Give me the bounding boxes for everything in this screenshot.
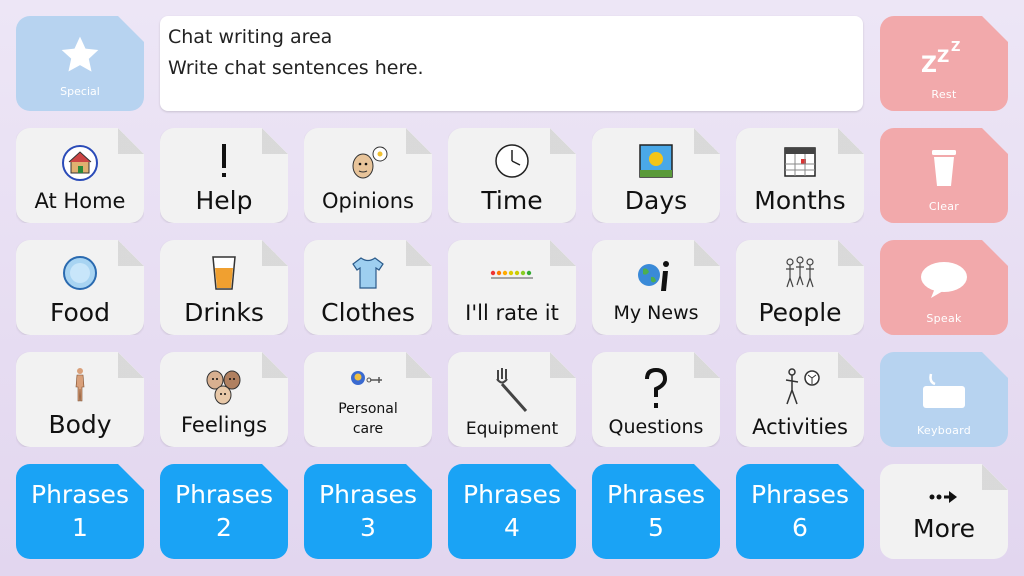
calendar-icon (782, 140, 818, 182)
tile-label: Feelings (180, 413, 268, 438)
more-button[interactable]: More (880, 464, 1008, 559)
phrases-label: Phrases 4 (463, 480, 561, 542)
thinking-face-icon (347, 142, 389, 184)
phrases-label: Phrases 1 (31, 480, 129, 542)
personal-care-icon (350, 364, 386, 394)
clock-icon (493, 140, 531, 182)
clear-button[interactable]: Clear (880, 128, 1008, 223)
tile-label: Opinions (322, 189, 414, 214)
glass-icon (210, 252, 238, 294)
tile-clothes[interactable]: Clothes (304, 240, 432, 335)
plate-icon (61, 252, 99, 294)
special-label: Special (60, 84, 100, 98)
tile-my-news[interactable]: My News (592, 240, 720, 335)
star-icon (58, 34, 102, 76)
house-icon (61, 142, 99, 184)
clear-label: Clear (928, 199, 960, 213)
rest-label: Rest (931, 87, 957, 101)
tile-opinions[interactable]: Opinions (304, 128, 432, 223)
svg-text:Z: Z (937, 47, 949, 67)
people-icon (780, 252, 820, 294)
svg-text:Z: Z (951, 40, 960, 55)
tile-label: Activities (752, 415, 848, 440)
speak-button[interactable]: Speak (880, 240, 1008, 335)
activities-icon (778, 364, 822, 410)
phrases-5-button[interactable]: Phrases 5 (592, 464, 720, 559)
tile-label: Body (48, 410, 112, 440)
tile-equipment[interactable]: Equipment (448, 352, 576, 447)
fork-icon (492, 365, 532, 415)
tile-ill-rate-it[interactable]: I'll rate it (448, 240, 576, 335)
tile-label: Food (50, 298, 110, 328)
tile-label: Questions (608, 415, 704, 438)
chat-writing-area[interactable]: Chat writing area Write chat sentences h… (160, 16, 863, 111)
tile-label: My News (613, 301, 699, 324)
tile-label: I'll rate it (465, 301, 559, 326)
keyboard-icon (917, 367, 971, 417)
tile-feelings[interactable]: Feelings (160, 352, 288, 447)
phrases-1-button[interactable]: Phrases 1 (16, 464, 144, 559)
tile-food[interactable]: Food (16, 240, 144, 335)
rating-scale-icon (489, 254, 535, 296)
tile-questions[interactable]: Questions (592, 352, 720, 447)
speak-label: Speak (926, 311, 962, 325)
tile-label: Equipment (465, 418, 559, 439)
tile-label: Clothes (321, 298, 415, 328)
tshirt-icon (349, 252, 387, 294)
tile-days[interactable]: Days (592, 128, 720, 223)
phrases-label: Phrases 6 (751, 480, 849, 542)
phrases-6-button[interactable]: Phrases 6 (736, 464, 864, 559)
phrases-label: Phrases 5 (607, 480, 705, 542)
faces-icon (202, 366, 246, 408)
special-button[interactable]: Special (16, 16, 144, 111)
tile-months[interactable]: Months (736, 128, 864, 223)
body-icon (71, 364, 89, 406)
question-mark-icon (643, 366, 669, 412)
tile-label: Days (624, 186, 688, 216)
svg-text:Z: Z (921, 53, 937, 76)
tile-label: Months (754, 186, 846, 216)
globe-info-icon (635, 256, 677, 298)
tile-body[interactable]: Body (16, 352, 144, 447)
tile-label: Time (481, 186, 543, 216)
phrases-3-button[interactable]: Phrases 3 (304, 464, 432, 559)
phrases-label: Phrases 3 (319, 480, 417, 542)
tile-activities[interactable]: Activities (736, 352, 864, 447)
tile-personal-care[interactable]: Personal care (304, 352, 432, 447)
tile-at-home[interactable]: At Home (16, 128, 144, 223)
phrases-4-button[interactable]: Phrases 4 (448, 464, 576, 559)
exclamation-icon (217, 140, 231, 182)
trash-icon (926, 143, 962, 193)
phrases-2-button[interactable]: Phrases 2 (160, 464, 288, 559)
tile-drinks[interactable]: Drinks (160, 240, 288, 335)
phrases-label: Phrases 2 (175, 480, 273, 542)
tile-label: At Home (34, 189, 126, 214)
tile-label: Help (195, 186, 253, 216)
keyboard-label: Keyboard (916, 423, 972, 437)
zzz-icon: Z Z Z (919, 31, 969, 81)
more-label: More (913, 514, 975, 544)
tile-label: Drinks (184, 298, 264, 328)
tile-time[interactable]: Time (448, 128, 576, 223)
tile-help[interactable]: Help (160, 128, 288, 223)
arrow-right-icon (929, 484, 959, 510)
tile-label: People (758, 298, 842, 328)
sun-window-icon (637, 140, 675, 182)
rest-button[interactable]: Z Z Z Rest (880, 16, 1008, 111)
tile-people[interactable]: People (736, 240, 864, 335)
chat-line-2: Write chat sentences here. (168, 57, 424, 80)
chat-line-1: Chat writing area (168, 26, 333, 48)
tile-label: Personal care (338, 400, 398, 437)
keyboard-button[interactable]: Keyboard (880, 352, 1008, 447)
speech-bubble-icon (919, 255, 969, 305)
